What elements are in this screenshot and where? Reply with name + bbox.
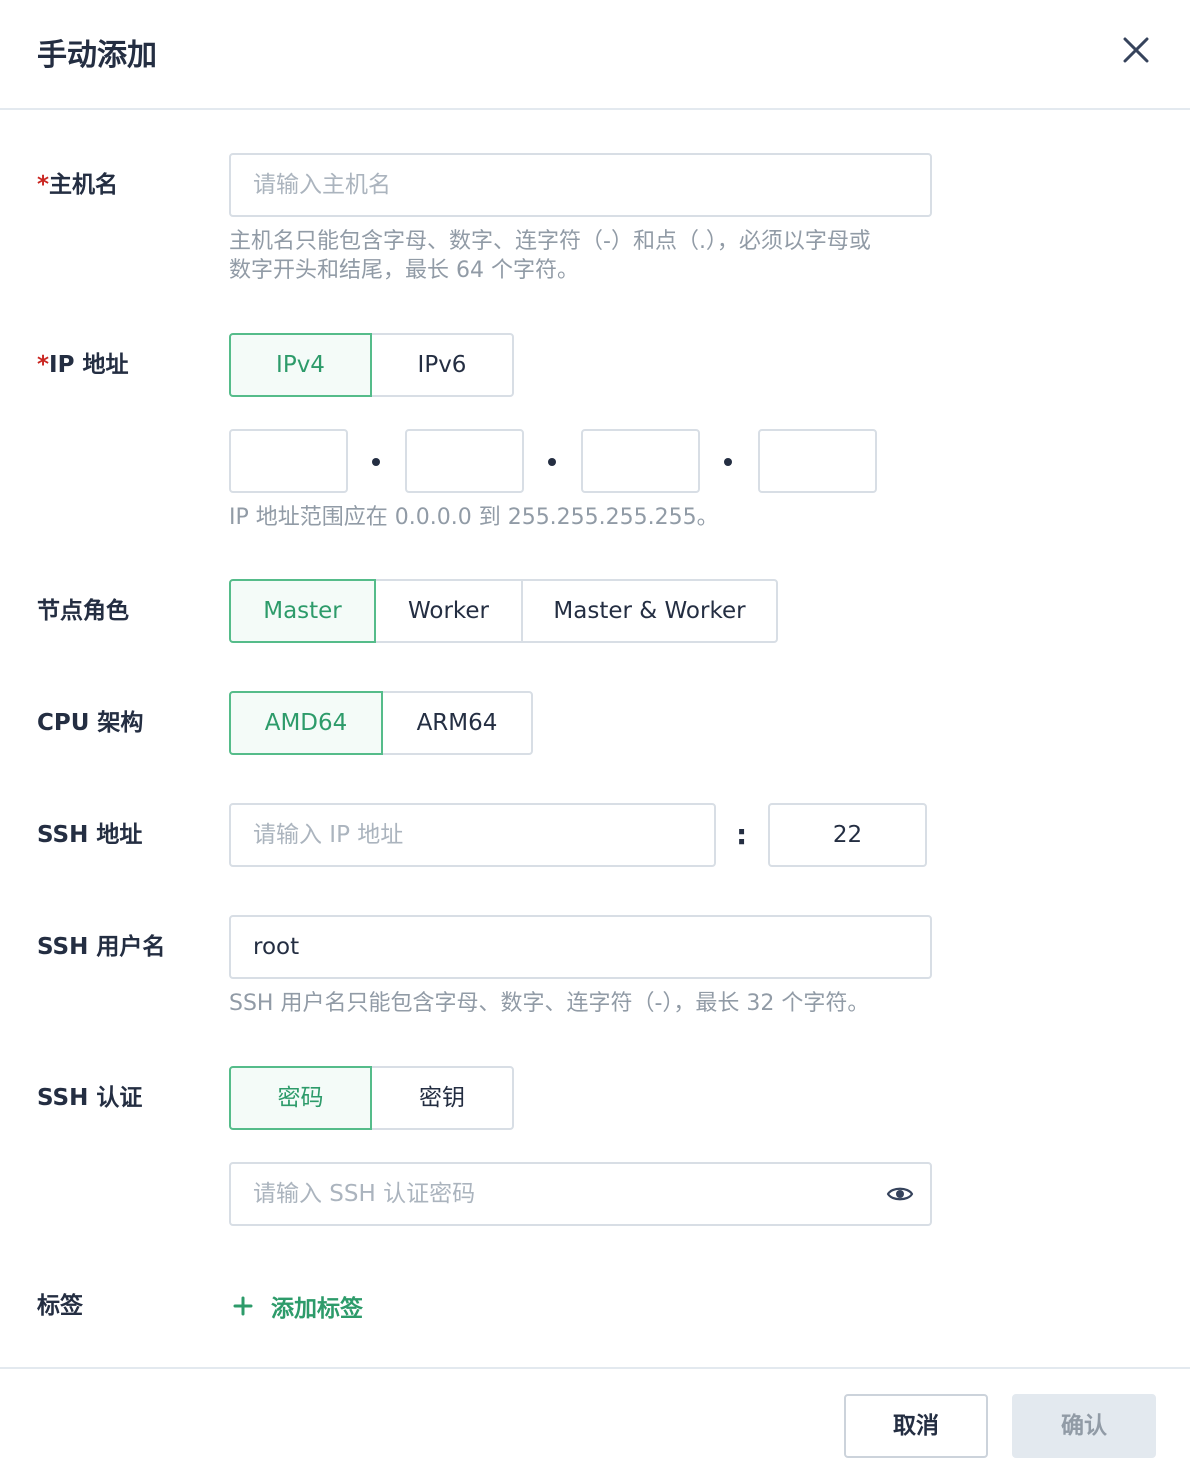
add-tag-button[interactable]: 添加标签 <box>229 1290 363 1322</box>
role-worker-toggle[interactable]: Worker <box>374 579 523 643</box>
ssh-user-hint: SSH 用户名只能包含字母、数字、连字符（-），最长 32 个字符。 <box>229 991 870 1016</box>
hostname-label: *主机名 <box>37 170 118 200</box>
eye-icon[interactable] <box>886 1180 914 1208</box>
ip-label-text: IP 地址 <box>49 352 129 378</box>
ip-octet-2-input[interactable] <box>405 429 524 493</box>
ip-dot-separator <box>548 458 556 466</box>
hostname-hint-line1: 主机名只能包含字母、数字、连字符（-）和点（.），必须以字母或 <box>229 229 871 254</box>
ssh-address-label: SSH 地址 <box>37 822 143 848</box>
ip-octet-4-input[interactable] <box>758 429 877 493</box>
ip-label: *IP 地址 <box>37 350 128 380</box>
hostname-label-text: 主机名 <box>49 172 119 198</box>
ssh-auth-label: SSH 认证 <box>37 1085 143 1111</box>
arch-arm64-toggle[interactable]: ARM64 <box>381 691 533 755</box>
ip-dot-separator <box>724 458 732 466</box>
ip-hint: IP 地址范围应在 0.0.0.0 到 255.255.255.255。 <box>229 505 719 530</box>
role-master-worker-toggle[interactable]: Master & Worker <box>521 579 778 643</box>
ssh-password-input[interactable]: 请输入 SSH 认证密码 <box>229 1162 932 1226</box>
cpu-arch-label: CPU 架构 <box>37 710 144 736</box>
close-icon[interactable] <box>1115 30 1157 72</box>
ip-octet-3-input[interactable] <box>581 429 700 493</box>
plus-icon <box>233 1296 253 1316</box>
auth-password-toggle[interactable]: 密码 <box>229 1066 372 1130</box>
required-mark: * <box>37 172 50 198</box>
ipv4-toggle[interactable]: IPv4 <box>229 333 372 397</box>
add-tag-label: 添加标签 <box>271 1296 363 1322</box>
port-separator: : <box>736 818 748 851</box>
cancel-button[interactable]: 取消 <box>844 1394 988 1458</box>
ip-dot-separator <box>372 458 380 466</box>
hostname-input[interactable]: 请输入主机名 <box>229 153 932 217</box>
dialog-header: 手动添加 <box>0 0 1190 110</box>
ssh-address-input[interactable]: 请输入 IP 地址 <box>229 803 716 867</box>
dialog-title: 手动添加 <box>37 38 157 73</box>
ipv6-toggle[interactable]: IPv6 <box>370 333 514 397</box>
ssh-user-input[interactable]: root <box>229 915 932 979</box>
arch-amd64-toggle[interactable]: AMD64 <box>229 691 383 755</box>
hostname-hint-line2: 数字开头和结尾，最长 64 个字符。 <box>229 258 579 283</box>
hostname-hint: 主机名只能包含字母、数字、连字符（-）和点（.），必须以字母或 数字开头和结尾，… <box>229 227 949 285</box>
role-master-toggle[interactable]: Master <box>229 579 376 643</box>
confirm-button[interactable]: 确认 <box>1012 1394 1156 1458</box>
ip-octet-1-input[interactable] <box>229 429 348 493</box>
node-role-label: 节点角色 <box>37 598 129 624</box>
auth-key-toggle[interactable]: 密钥 <box>370 1066 514 1130</box>
tags-label: 标签 <box>37 1293 83 1319</box>
ssh-user-label: SSH 用户名 <box>37 934 166 960</box>
ssh-port-input[interactable]: 22 <box>768 803 927 867</box>
required-mark: * <box>37 352 50 378</box>
